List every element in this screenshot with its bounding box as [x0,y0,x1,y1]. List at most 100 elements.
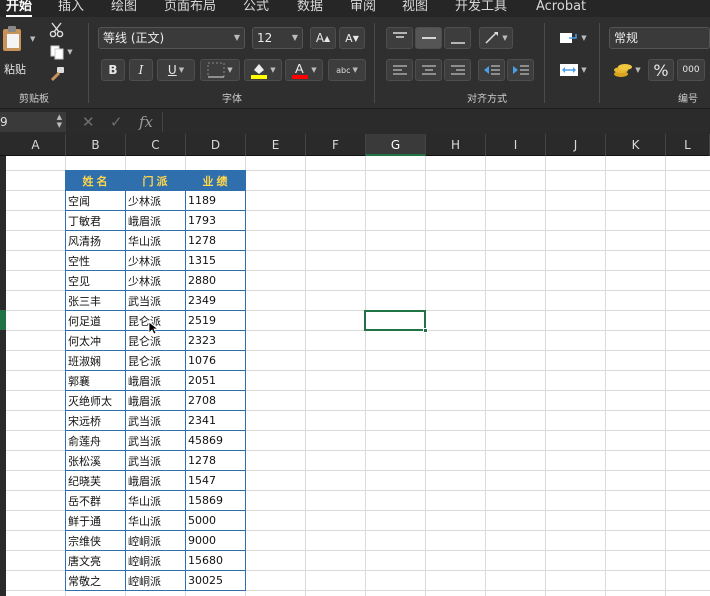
tab-view[interactable]: 视图 [402,0,428,17]
align-top-button[interactable] [386,27,413,49]
performance-cell[interactable]: 2349 [185,290,246,311]
insert-function-button[interactable]: fx [139,112,153,132]
performance-cell[interactable]: 15680 [185,550,246,571]
sect-cell[interactable]: 崆峒派 [125,550,186,571]
confirm-check-icon[interactable]: ✓ [110,112,123,132]
column-header-c[interactable]: C [126,134,186,156]
column-header-i[interactable]: I [486,134,546,156]
sect-cell[interactable]: 武当派 [125,450,186,471]
name-cell[interactable]: 空性 [65,250,126,271]
font-size-select[interactable]: 12 ▼ [252,27,303,49]
performance-cell[interactable]: 45869 [185,430,246,451]
column-header-l[interactable]: L [666,134,710,156]
name-cell[interactable]: 宋远桥 [65,410,126,431]
active-cell-g9[interactable] [364,310,426,331]
increase-indent-button[interactable] [507,59,534,81]
sect-cell[interactable]: 华山派 [125,490,186,511]
align-right-button[interactable] [444,59,471,81]
performance-cell[interactable]: 1076 [185,350,246,371]
align-bottom-button[interactable] [444,27,471,49]
name-box[interactable]: 9 ▲ ▼ [0,112,66,132]
sect-cell[interactable]: 华山派 [125,230,186,251]
performance-cell[interactable]: 1793 [185,210,246,231]
name-cell[interactable]: 俞莲舟 [65,430,126,451]
tab-acrobat[interactable]: Acrobat [536,0,586,17]
sect-cell[interactable]: 峨眉派 [125,390,186,411]
sect-cell[interactable]: 武当派 [125,410,186,431]
fill-handle[interactable] [423,328,428,333]
sect-cell[interactable]: 崆峒派 [125,570,186,591]
name-cell[interactable]: 风清扬 [65,230,126,251]
accounting-format-button[interactable]: ▼ [609,59,645,81]
worksheet-grid[interactable]: 姓名 门派 业绩 空闻 少林派 1189 丁敏君 峨眉派 1793 风清扬 华山派 1278 空性… [6,156,710,596]
percent-style-button[interactable]: % [648,59,674,81]
name-cell[interactable]: 鲜于通 [65,510,126,531]
merge-center-button[interactable]: ▼ [555,59,591,81]
sect-cell[interactable]: 武当派 [125,430,186,451]
tab-review[interactable]: 审阅 [350,0,376,17]
name-cell[interactable]: 张三丰 [65,290,126,311]
performance-cell[interactable]: 1278 [185,230,246,251]
sect-cell[interactable]: 崆峒派 [125,530,186,551]
name-cell[interactable]: 丁敏君 [65,210,126,231]
column-header-j[interactable]: J [546,134,606,156]
number-format-select[interactable]: 常规 [609,27,710,49]
name-cell[interactable]: 空闻 [65,190,126,211]
align-center-button[interactable] [415,59,442,81]
paste-button[interactable] [0,23,26,55]
sect-cell[interactable]: 峨眉派 [125,470,186,491]
name-cell[interactable]: 岳不群 [65,490,126,511]
header-name[interactable]: 姓名 [65,170,126,191]
performance-cell[interactable]: 2880 [185,270,246,291]
align-left-button[interactable] [386,59,413,81]
name-cell[interactable]: 张松溪 [65,450,126,471]
underline-button[interactable]: U ▼ [157,59,195,81]
fill-color-button[interactable]: ▼ [244,59,282,81]
performance-cell[interactable]: 1189 [185,190,246,211]
name-cell[interactable]: 常敬之 [65,570,126,591]
tab-draw[interactable]: 绘图 [111,0,137,17]
name-cell[interactable]: 空见 [65,270,126,291]
header-sect[interactable]: 门派 [125,170,186,191]
performance-cell[interactable]: 2708 [185,390,246,411]
performance-cell[interactable]: 30025 [185,570,246,591]
bold-button[interactable]: B [101,59,125,81]
column-header-f[interactable]: F [306,134,366,156]
sect-cell[interactable]: 少林派 [125,270,186,291]
tab-page-layout[interactable]: 页面布局 [164,0,216,17]
tab-formulas[interactable]: 公式 [243,0,269,17]
performance-cell[interactable]: 1547 [185,470,246,491]
column-header-d[interactable]: D [186,134,246,156]
name-cell[interactable]: 何足道 [65,310,126,331]
cut-button[interactable] [47,21,67,39]
sect-cell[interactable]: 少林派 [125,250,186,271]
sect-cell[interactable]: 华山派 [125,510,186,531]
name-cell[interactable]: 宗维侠 [65,530,126,551]
tab-data[interactable]: 数据 [297,0,323,17]
sect-cell[interactable]: 少林派 [125,190,186,211]
performance-cell[interactable]: 15869 [185,490,246,511]
tab-insert[interactable]: 插入 [58,0,84,17]
tab-developer[interactable]: 开发工具 [455,0,507,17]
copy-button[interactable]: ▼ [47,43,75,61]
font-name-select[interactable]: 等线 (正文) ▼ [98,27,245,49]
header-performance[interactable]: 业绩 [185,170,246,191]
column-header-b[interactable]: B [66,134,126,156]
performance-cell[interactable]: 2341 [185,410,246,431]
phonetic-button[interactable]: abc ▼ [328,59,366,81]
name-cell[interactable]: 纪晓芙 [65,470,126,491]
column-header-g[interactable]: G [366,134,426,156]
performance-cell[interactable]: 5000 [185,510,246,531]
increase-font-size-button[interactable]: A ▲ [310,27,336,49]
performance-cell[interactable]: 1315 [185,250,246,271]
decrease-indent-button[interactable] [478,59,505,81]
column-header-e[interactable]: E [246,134,306,156]
sect-cell[interactable]: 武当派 [125,290,186,311]
formula-input[interactable] [162,112,710,132]
comma-style-button[interactable]: 000 [677,59,705,81]
wrap-text-button[interactable]: ▼ [555,27,591,49]
column-header-h[interactable]: H [426,134,486,156]
column-header-k[interactable]: K [606,134,666,156]
performance-cell[interactable]: 1278 [185,450,246,471]
name-cell[interactable]: 灭绝师太 [65,390,126,411]
